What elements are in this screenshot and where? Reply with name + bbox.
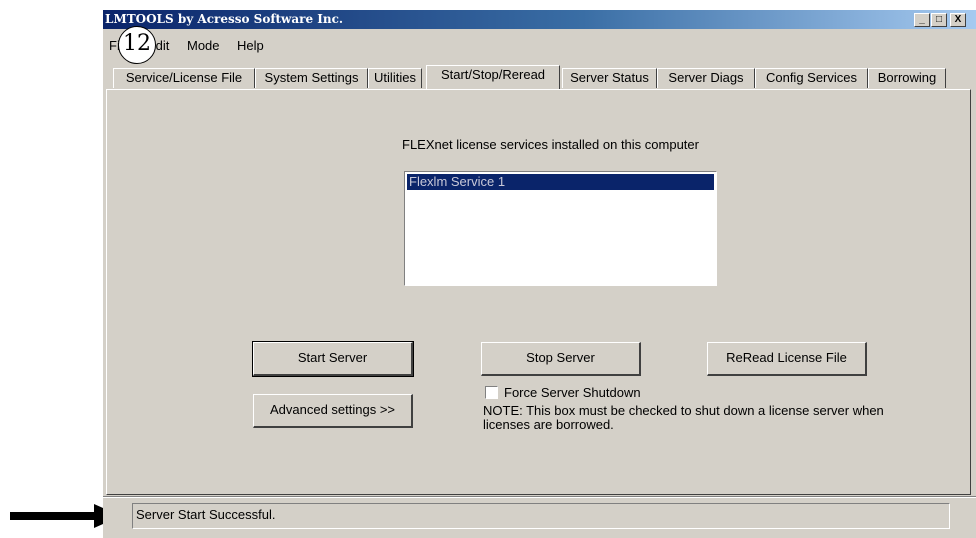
lmtools-window: LMTOOLS by Acresso Software Inc. _ □ X F… — [103, 10, 976, 538]
tab-server-status[interactable]: Server Status — [562, 68, 657, 88]
force-shutdown-checkbox[interactable] — [485, 386, 498, 399]
list-item[interactable]: Flexlm Service 1 — [407, 174, 714, 190]
maximize-icon: □ — [935, 14, 943, 25]
reread-license-file-button[interactable]: ReRead License File — [707, 342, 867, 376]
tab-config-services[interactable]: Config Services — [755, 68, 868, 88]
minimize-icon: _ — [919, 14, 925, 25]
stop-server-button[interactable]: Stop Server — [481, 342, 641, 376]
advanced-settings-button[interactable]: Advanced settings >> — [253, 394, 413, 428]
step-number-badge: 12 — [118, 26, 156, 64]
start-server-button[interactable]: Start Server — [252, 341, 414, 377]
tab-start-stop-reread[interactable]: Start/Stop/Reread — [426, 65, 560, 89]
menu-help[interactable]: Help — [237, 38, 264, 53]
minimize-button[interactable]: _ — [914, 13, 930, 27]
close-button[interactable]: X — [950, 13, 966, 27]
menu-bar: File Edit Mode Help — [103, 36, 976, 54]
services-caption: FLEXnet license services installed on th… — [402, 137, 699, 152]
tab-borrowing[interactable]: Borrowing — [868, 68, 946, 88]
maximize-button[interactable]: □ — [931, 13, 947, 27]
tab-system-settings[interactable]: System Settings — [255, 68, 368, 88]
tab-utilities[interactable]: Utilities — [368, 68, 422, 88]
tab-service-license-file[interactable]: Service/License File — [113, 68, 255, 88]
services-list[interactable]: Flexlm Service 1 — [404, 171, 717, 286]
tab-server-diags[interactable]: Server Diags — [657, 68, 755, 88]
title-bar: LMTOOLS by Acresso Software Inc. _ □ X — [103, 10, 976, 29]
status-bar: Server Start Successful. — [132, 503, 950, 529]
start-stop-reread-panel: FLEXnet license services installed on th… — [106, 89, 971, 495]
force-shutdown-label: Force Server Shutdown — [504, 385, 641, 400]
status-separator — [103, 496, 976, 498]
window-title: LMTOOLS by Acresso Software Inc. — [105, 12, 344, 26]
shutdown-note: NOTE: This box must be checked to shut d… — [483, 403, 884, 432]
close-icon: X — [954, 14, 962, 25]
menu-mode[interactable]: Mode — [187, 38, 220, 53]
tab-strip: Service/License File System Settings Uti… — [103, 65, 976, 90]
